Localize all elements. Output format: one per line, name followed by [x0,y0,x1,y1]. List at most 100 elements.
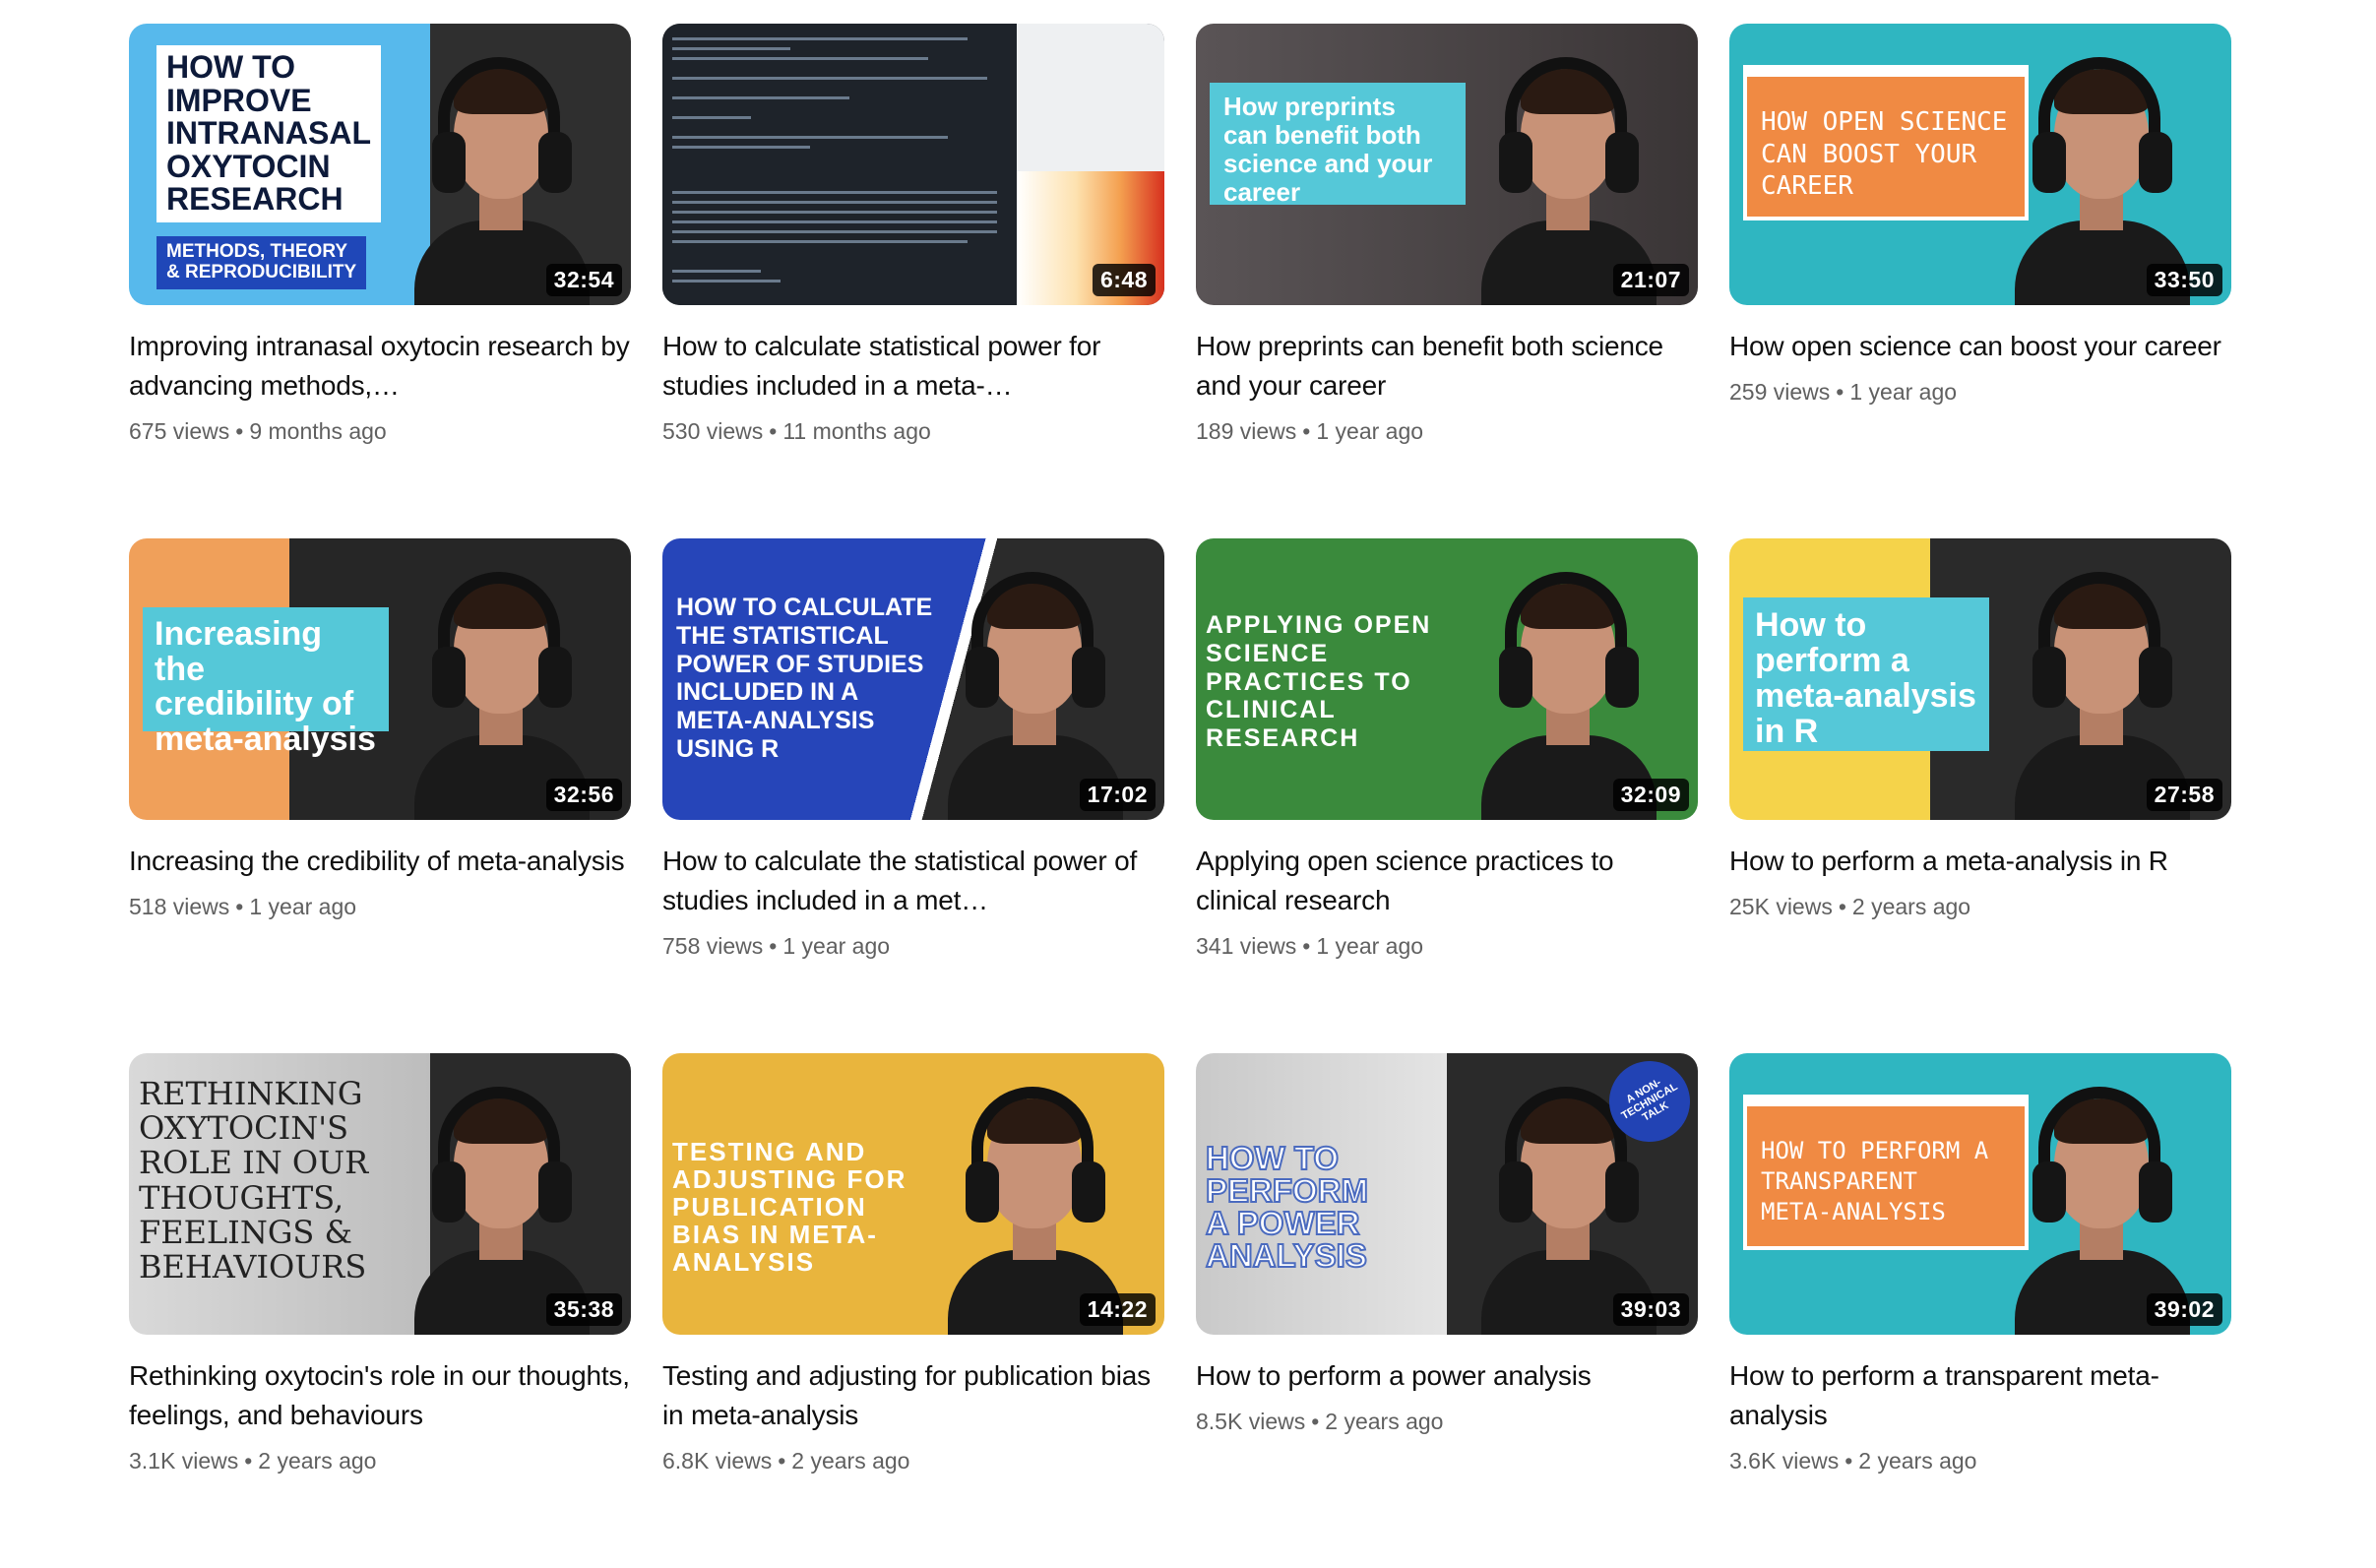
separator: • [778,1448,786,1474]
view-count: 341 views [1196,933,1297,959]
video-stats: 3.1K views • 2 years ago [129,1445,631,1476]
separator: • [1838,894,1846,919]
video-card[interactable]: 6:48 How to calculate statistical power … [662,24,1164,538]
separator: • [235,894,244,919]
video-thumbnail[interactable]: How to perform a meta-analysis in R 27:5… [1729,538,2231,820]
video-title[interactable]: How to perform a transparent meta-analys… [1729,1356,2231,1435]
view-count: 3.1K views [129,1448,239,1474]
video-card[interactable]: APPLYING OPEN SCIENCE PRACTICES TO CLINI… [1196,538,1698,1053]
view-count: 6.8K views [662,1448,773,1474]
video-thumbnail[interactable]: HOW TO CALCULATE THE STATISTICAL POWER O… [662,538,1164,820]
upload-age: 11 months ago [782,418,931,444]
upload-age: 2 years ago [258,1448,377,1474]
video-title[interactable]: Testing and adjusting for publication bi… [662,1356,1164,1435]
webcam-image [1017,24,1164,171]
upload-age: 1 year ago [1316,933,1424,959]
view-count: 8.5K views [1196,1409,1306,1434]
video-title[interactable]: How to perform a meta-analysis in R [1729,842,2231,881]
thumbnail-text: HOW TO PERFORM A TRANSPARENT META-ANALYS… [1743,1102,2029,1250]
view-count: 675 views [129,418,230,444]
video-thumbnail[interactable]: TESTING AND ADJUSTING FOR PUBLICATION BI… [662,1053,1164,1335]
video-stats: 675 views • 9 months ago [129,415,631,447]
video-title[interactable]: How preprints can benefit both science a… [1196,327,1698,406]
thumbnail-text: RETHINKING OXYTOCIN'S ROLE IN OUR THOUGH… [139,1075,369,1286]
video-card[interactable]: Increasing the credibility of meta-analy… [129,538,631,1053]
separator: • [1302,418,1311,444]
video-title[interactable]: Applying open science practices to clini… [1196,842,1698,920]
video-thumbnail[interactable]: APPLYING OPEN SCIENCE PRACTICES TO CLINI… [1196,538,1698,820]
upload-age: 1 year ago [1316,418,1424,444]
video-card[interactable]: How to perform a meta-analysis in R 27:5… [1729,538,2231,1053]
video-card[interactable]: HOW TO IMPROVE INTRANASAL OXYTOCIN RESEA… [129,24,631,538]
video-stats: 758 views • 1 year ago [662,930,1164,962]
video-card[interactable]: RETHINKING OXYTOCIN'S ROLE IN OUR THOUGH… [129,1053,631,1568]
video-thumbnail[interactable]: Increasing the credibility of meta-analy… [129,538,631,820]
view-count: 758 views [662,933,764,959]
video-card[interactable]: How preprints can benefit both science a… [1196,24,1698,538]
separator: • [235,418,244,444]
video-stats: 530 views • 11 months ago [662,415,1164,447]
thumbnail-text: APPLYING OPEN SCIENCE PRACTICES TO CLINI… [1206,611,1432,752]
thumbnail-text: HOW TO IMPROVE INTRANASAL OXYTOCIN RESEA… [156,45,381,222]
upload-age: 2 years ago [1325,1409,1444,1434]
separator: • [244,1448,253,1474]
duration-badge: 21:07 [1612,264,1689,296]
view-count: 189 views [1196,418,1297,444]
upload-age: 1 year ago [1849,379,1958,405]
duration-badge: 39:02 [2146,1293,2222,1326]
video-title[interactable]: How to calculate the statistical power o… [662,842,1164,920]
thumbnail-text: How preprints can benefit both science a… [1210,83,1466,207]
duration-badge: 32:56 [545,779,622,811]
video-stats: 25K views • 2 years ago [1729,891,2231,922]
video-title[interactable]: How open science can boost your career [1729,327,2231,366]
video-thumbnail[interactable]: HOW TO PERFORM A TRANSPARENT META-ANALYS… [1729,1053,2231,1335]
video-grid: HOW TO IMPROVE INTRANASAL OXYTOCIN RESEA… [129,24,2231,1568]
thumbnail-text: TESTING AND ADJUSTING FOR PUBLICATION BI… [672,1137,907,1278]
video-card[interactable]: HOW TO PERFORM A TRANSPARENT META-ANALYS… [1729,1053,2231,1568]
separator: • [1302,933,1311,959]
upload-age: 2 years ago [791,1448,910,1474]
separator: • [769,418,778,444]
video-card[interactable]: HOW OPEN SCIENCE CAN BOOST YOUR CAREER 3… [1729,24,2231,538]
separator: • [1845,1448,1853,1474]
thumbnail-text: Increasing the credibility of meta-analy… [143,607,389,757]
duration-badge: 27:58 [2146,779,2222,811]
video-stats: 8.5K views • 2 years ago [1196,1406,1698,1437]
view-count: 530 views [662,418,764,444]
view-count: 518 views [129,894,230,919]
duration-badge: 32:54 [545,264,622,296]
thumbnail-subtext: METHODS, THEORY & REPRODUCIBILITY [156,236,367,289]
video-card[interactable]: HOW TO CALCULATE THE STATISTICAL POWER O… [662,538,1164,1053]
video-title[interactable]: Increasing the credibility of meta-analy… [129,842,631,881]
duration-badge: 32:09 [1612,779,1689,811]
video-stats: 518 views • 1 year ago [129,891,631,922]
upload-age: 2 years ago [1858,1448,1977,1474]
duration-badge: 33:50 [2146,264,2222,296]
view-count: 3.6K views [1729,1448,1840,1474]
upload-age: 2 years ago [1851,894,1971,919]
video-thumbnail[interactable]: HOW TO IMPROVE INTRANASAL OXYTOCIN RESEA… [129,24,631,305]
video-stats: 6.8K views • 2 years ago [662,1445,1164,1476]
video-card[interactable]: HOW TO PERFORM A POWER ANALYSIS A NON- T… [1196,1053,1698,1568]
video-thumbnail[interactable]: HOW OPEN SCIENCE CAN BOOST YOUR CAREER 3… [1729,24,2231,305]
upload-age: 1 year ago [249,894,357,919]
video-card[interactable]: TESTING AND ADJUSTING FOR PUBLICATION BI… [662,1053,1164,1568]
thumbnail-text: HOW OPEN SCIENCE CAN BOOST YOUR CAREER [1743,73,2029,220]
separator: • [1311,1409,1320,1434]
video-stats: 259 views • 1 year ago [1729,376,2231,408]
upload-age: 1 year ago [782,933,891,959]
video-title[interactable]: Improving intranasal oxytocin research b… [129,327,631,406]
view-count: 25K views [1729,894,1833,919]
separator: • [1836,379,1845,405]
duration-badge: 39:03 [1612,1293,1689,1326]
video-thumbnail[interactable]: RETHINKING OXYTOCIN'S ROLE IN OUR THOUGH… [129,1053,631,1335]
video-thumbnail[interactable]: 6:48 [662,24,1164,305]
video-title[interactable]: Rethinking oxytocin's role in our though… [129,1356,631,1435]
video-title[interactable]: How to perform a power analysis [1196,1356,1698,1396]
video-stats: 341 views • 1 year ago [1196,930,1698,962]
video-thumbnail[interactable]: HOW TO PERFORM A POWER ANALYSIS A NON- T… [1196,1053,1698,1335]
video-title[interactable]: How to calculate statistical power for s… [662,327,1164,406]
video-thumbnail[interactable]: How preprints can benefit both science a… [1196,24,1698,305]
video-stats: 3.6K views • 2 years ago [1729,1445,2231,1476]
duration-badge: 6:48 [1092,264,1156,296]
